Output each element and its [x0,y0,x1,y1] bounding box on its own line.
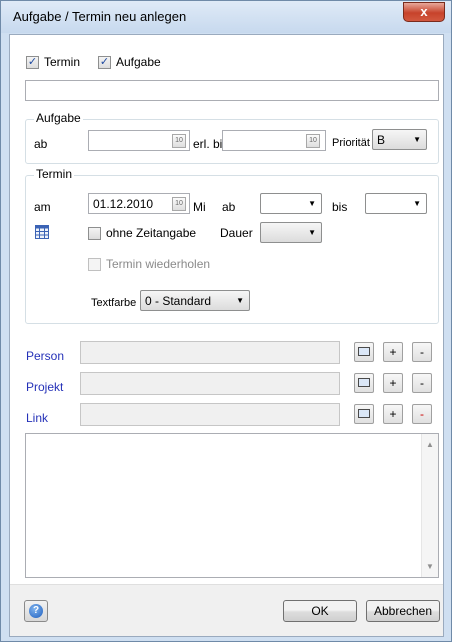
textfarbe-value: 0 - Standard [145,294,212,308]
person-lookup-button[interactable] [354,342,374,362]
projekt-lookup-button[interactable] [354,373,374,393]
link-remove-button[interactable]: - [412,404,432,424]
person-add-button[interactable]: + [383,342,403,362]
help-icon: ? [29,604,43,618]
checkmark-icon: ✓ [27,56,38,68]
help-button[interactable]: ? [24,600,48,622]
aufgabe-checkbox[interactable]: ✓ [98,56,111,69]
calendar-icon[interactable]: 10 [172,134,186,148]
termin-ab-time-select[interactable]: ▼ [260,193,322,214]
termin-ab-label: ab [222,200,236,214]
calendar-icon[interactable]: 10 [172,197,186,211]
notes-scrollbar[interactable]: ▲ ▼ [421,434,438,577]
termin-am-label: am [34,200,51,214]
dialog-body: ✓ Termin ✓ Aufgabe Aufgabe ab 10 erl. bi… [9,34,444,637]
textfarbe-select[interactable]: 0 - Standard ▼ [140,290,250,311]
termin-group-title: Termin [34,167,75,181]
projekt-label[interactable]: Projekt [26,380,63,394]
scroll-down-icon[interactable]: ▼ [426,562,434,571]
subject-input[interactable] [25,80,439,101]
termin-wiederholen-label: Termin wiederholen [106,257,211,271]
title-bar[interactable]: Aufgabe / Termin neu anlegen x [1,1,451,33]
ok-button[interactable]: OK [283,600,357,622]
weekday-label: Mi [193,200,206,214]
dauer-label: Dauer [220,226,253,240]
abbrechen-button[interactable]: Abbrechen [366,600,440,622]
aufgabe-group-title: Aufgabe [34,111,83,125]
ohne-zeitangabe-checkbox[interactable] [88,227,101,240]
termin-checkbox[interactable]: ✓ [26,56,39,69]
chevron-down-icon: ▼ [413,135,421,144]
textfarbe-label: Textfarbe [91,297,137,309]
checkmark-icon: ✓ [99,56,110,68]
card-lookup-icon [358,378,370,387]
ohne-zeitangabe-label: ohne Zeitangabe [106,226,197,240]
person-input[interactable] [80,341,340,364]
dialog-window: Aufgabe / Termin neu anlegen x ✓ Termin … [0,0,452,642]
termin-checkbox-label: Termin [44,55,81,69]
aufgabe-checkbox-label: Aufgabe [116,55,161,69]
prioritaet-value: B [377,133,386,147]
aufgabe-ab-label: ab [34,137,48,151]
calendar-grid-icon[interactable] [35,225,49,239]
close-button[interactable]: x [403,2,445,22]
window-title: Aufgabe / Termin neu anlegen [13,9,187,24]
scroll-up-icon[interactable]: ▲ [426,440,434,449]
dauer-select[interactable]: ▼ [260,222,322,243]
notes-textarea[interactable]: ▲ ▼ [25,433,439,578]
chevron-down-icon: ▼ [308,199,316,208]
person-remove-button[interactable]: - [412,342,432,362]
dialog-footer: ? OK Abbrechen [10,584,443,636]
prioritaet-label: Priorität [332,137,370,149]
projekt-add-button[interactable]: + [383,373,403,393]
chevron-down-icon: ▼ [413,199,421,208]
link-add-button[interactable]: + [383,404,403,424]
termin-wiederholen-checkbox[interactable] [88,258,101,271]
projekt-input[interactable] [80,372,340,395]
calendar-icon[interactable]: 10 [306,134,320,148]
link-input[interactable] [80,403,340,426]
close-icon: x [420,4,428,19]
termin-bis-time-select[interactable]: ▼ [365,193,427,214]
link-lookup-button[interactable] [354,404,374,424]
link-label[interactable]: Link [26,411,48,425]
chevron-down-icon: ▼ [308,228,316,237]
chevron-down-icon: ▼ [236,296,244,305]
person-label[interactable]: Person [26,349,64,363]
prioritaet-select[interactable]: B ▼ [372,129,427,150]
projekt-remove-button[interactable]: - [412,373,432,393]
card-lookup-icon [358,347,370,356]
card-lookup-icon [358,409,370,418]
termin-bis-label: bis [332,200,348,214]
